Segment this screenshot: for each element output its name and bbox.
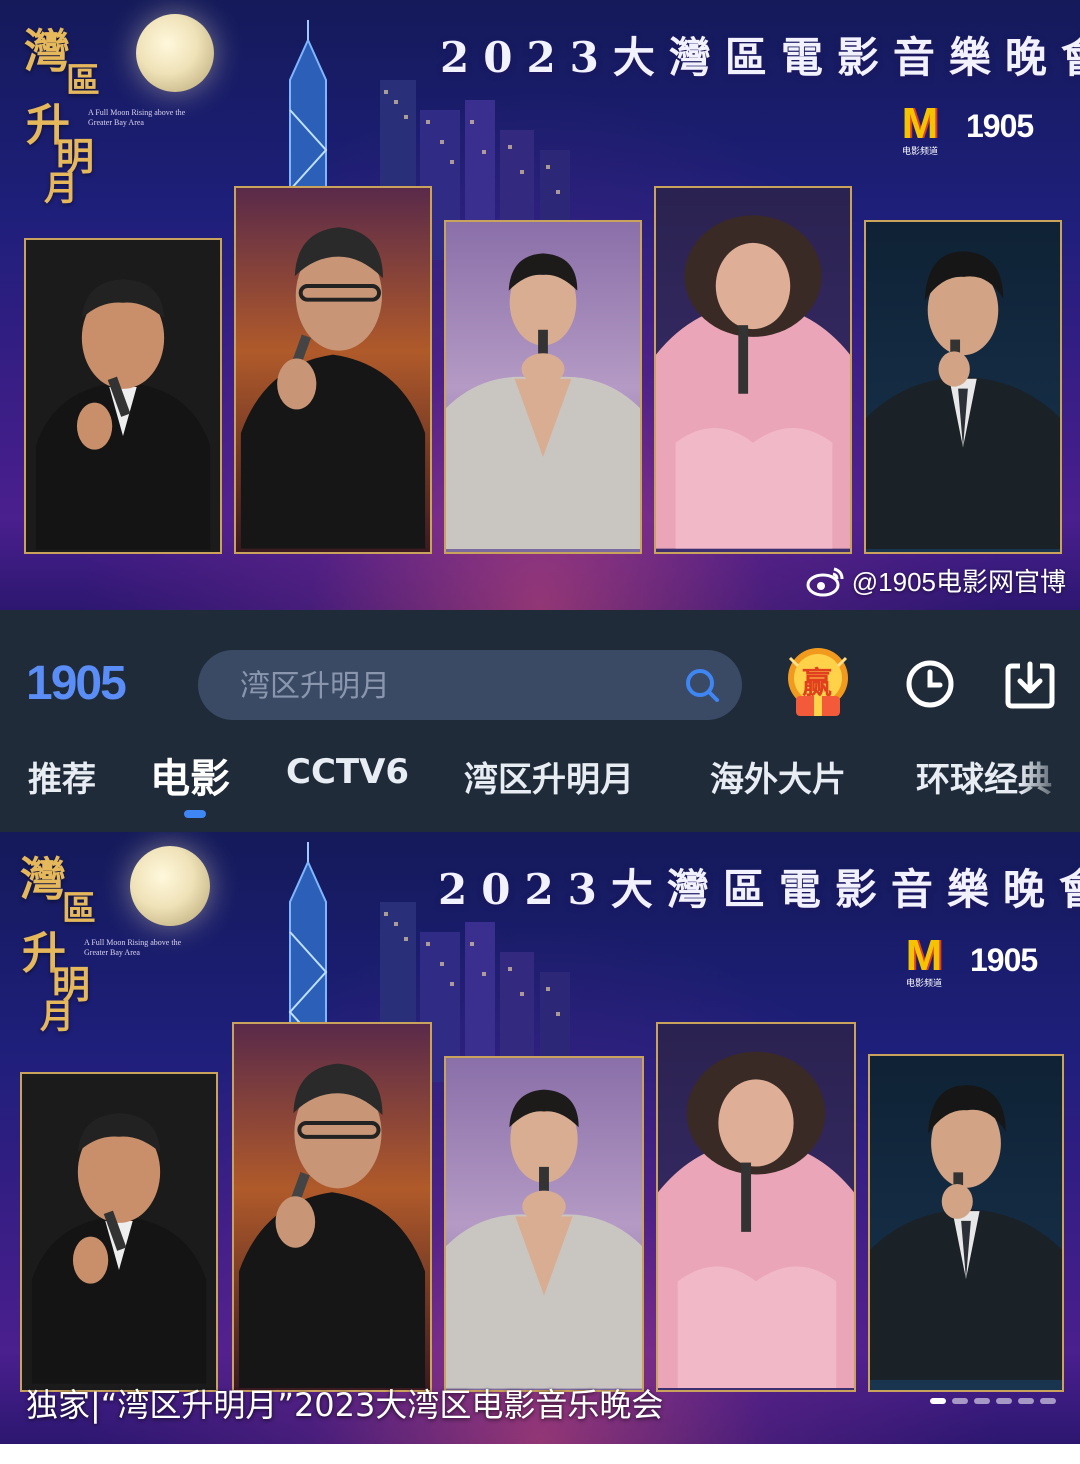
search-icon[interactable] [684, 667, 720, 703]
carousel-dot [930, 1398, 946, 1404]
poster-tagline: A Full Moon Rising above the Greater Bay… [84, 938, 182, 957]
movie-channel-label: 电影频道 [901, 147, 938, 157]
performer-silhouette [658, 1051, 854, 1389]
performer-silhouette [35, 279, 211, 550]
banner-caption[interactable]: 独家|“湾区升明月”2023大湾区电影音乐晚会 [26, 1380, 663, 1426]
carousel-dot [1018, 1398, 1034, 1404]
performer-photo [444, 1056, 644, 1392]
movie-channel-label: 电影频道 [905, 979, 942, 989]
carousel-dot [952, 1398, 968, 1404]
performer-silhouette [240, 227, 426, 549]
tab-movies[interactable]: 电影 [150, 746, 230, 804]
moon-icon [136, 14, 214, 92]
performer-silhouette [446, 1089, 642, 1389]
performer-photo [656, 1022, 856, 1392]
banner-carousel-slide[interactable]: 灣 區 升 明 月 A Full Moon Rising above the G… [0, 832, 1080, 1444]
performer-photo [20, 1072, 218, 1392]
search-bar[interactable] [198, 650, 742, 720]
poster-title: 2023大灣區電影音樂晚會 [440, 33, 1080, 82]
download-button[interactable] [1004, 658, 1056, 710]
performer-silhouette [238, 1063, 426, 1389]
category-tabs: 推荐 电影 CCTV6 湾区升明月 海外大片 环球经典 [0, 740, 1080, 830]
carousel-dot [1040, 1398, 1056, 1404]
clock-icon [906, 660, 954, 708]
history-button[interactable] [904, 658, 956, 710]
weibo-icon [806, 567, 844, 596]
calligraphy-char: 灣 [20, 852, 66, 906]
tabs-fade-overlay [1020, 740, 1080, 820]
calligraphy-char: 灣 [24, 24, 70, 78]
performer-silhouette [31, 1113, 207, 1384]
poster-tagline: A Full Moon Rising above the Greater Bay… [88, 108, 186, 127]
calligraphy-char: 區 [66, 61, 100, 101]
performer-photo [864, 220, 1062, 554]
tab-cctv6[interactable]: CCTV6 [286, 752, 409, 792]
performer-photo [24, 238, 222, 554]
promo-badge-button[interactable]: 赢 [780, 644, 856, 720]
performer-silhouette [866, 251, 1060, 550]
performer-photo [232, 1022, 432, 1392]
calligraphy-char: 月 [40, 997, 74, 1037]
app-logo[interactable]: 1905 [26, 656, 127, 711]
tab-bay-area[interactable]: 湾区升明月 [464, 752, 634, 801]
brand-1905-logo: 1905 [970, 942, 1038, 978]
search-input[interactable] [238, 662, 662, 710]
active-tab-indicator [184, 810, 206, 818]
tab-overseas[interactable]: 海外大片 [710, 752, 846, 801]
calligraphy-char: 月 [44, 169, 78, 209]
movie-channel-logo: M 电影频道 [892, 102, 948, 158]
performer-silhouette [656, 215, 850, 549]
calligraphy-char: 區 [62, 889, 96, 929]
performer-photo [444, 220, 642, 554]
promo-badge-label: 赢 [802, 666, 832, 701]
movie-channel-logo: M 电影频道 [896, 934, 952, 990]
performer-photo [234, 186, 432, 554]
performer-photo [868, 1054, 1064, 1392]
performer-photo [654, 186, 852, 554]
watermark-text: @1905电影网官博 [851, 567, 1066, 597]
carousel-dot [974, 1398, 990, 1404]
poster-image-top: 灣 區 升 明 月 A Full Moon Rising above the G… [0, 0, 1080, 610]
performer-silhouette [446, 253, 640, 550]
brand-1905-logo: 1905 [966, 108, 1034, 144]
moon-icon [130, 846, 210, 926]
carousel-dot [996, 1398, 1012, 1404]
carousel-indicator [930, 1398, 1056, 1404]
tab-recommend[interactable]: 推荐 [28, 752, 96, 801]
download-icon [1005, 661, 1055, 709]
weibo-watermark: @1905电影网官博 [806, 562, 1066, 599]
poster-title: 2023大灣區電影音樂晚會 [438, 865, 1080, 914]
performer-silhouette [870, 1085, 1062, 1380]
